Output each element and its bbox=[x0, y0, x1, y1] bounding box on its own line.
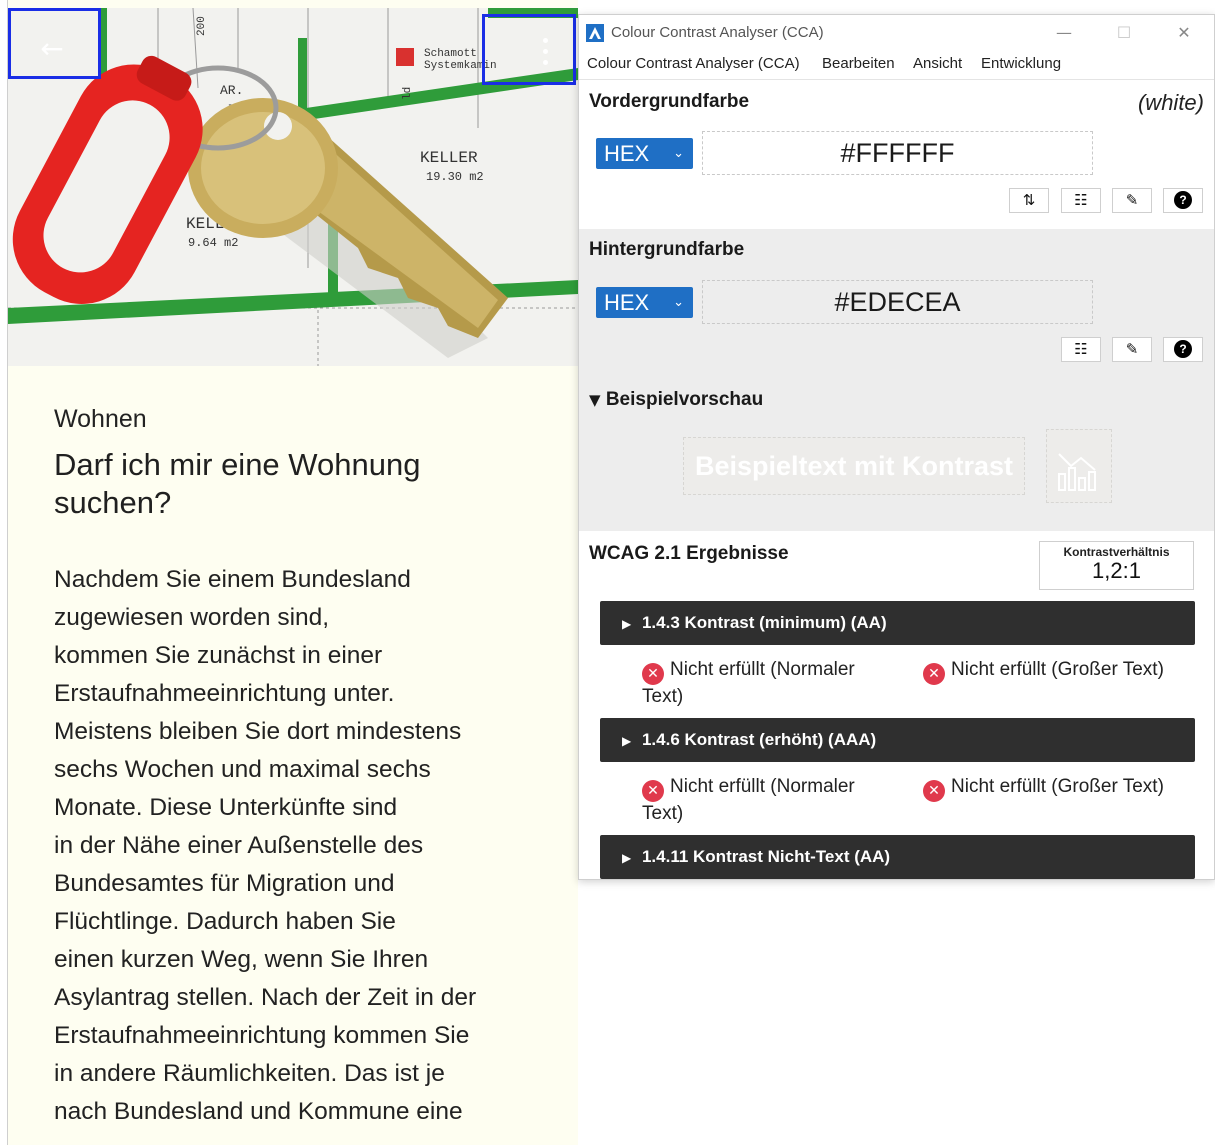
triangle-right-icon: ▶ bbox=[622, 617, 632, 631]
body-line: Erstaufnahmeeinrichtung kommen Sie bbox=[54, 1022, 470, 1049]
chart-preview-icon bbox=[1046, 429, 1112, 503]
article-body: Nachdem Sie einem Bundesland zugewiesen … bbox=[54, 561, 554, 1131]
body-line: Erstaufnahmeeinrichtung unter. bbox=[54, 680, 395, 707]
menu-ansicht[interactable]: Ansicht bbox=[913, 55, 962, 72]
foreground-section: Vordergrundfarbe (white) HEX ⌄ #FFFFFF ⇅… bbox=[579, 79, 1214, 229]
close-button[interactable]: ✕ bbox=[1169, 21, 1199, 45]
result-label: Nicht erfüllt (Normaler bbox=[670, 776, 855, 797]
background-format-select[interactable]: HEX ⌄ bbox=[596, 287, 693, 318]
body-line: sechs Wochen und maximal sechs bbox=[54, 756, 431, 783]
triangle-down-icon: ▼ bbox=[589, 391, 601, 409]
body-line: Monate. Diese Unterkünfte sind bbox=[54, 794, 398, 821]
menu-entwicklung[interactable]: Entwicklung bbox=[981, 55, 1061, 72]
criterion-label: 1.4.11 Kontrast Nicht-Text (AA) bbox=[641, 847, 891, 866]
fail-icon: ✕ bbox=[642, 780, 664, 802]
article-headline: Darf ich mir eine Wohnung suchen? bbox=[54, 446, 554, 522]
body-line: Nachdem Sie einem Bundesland bbox=[54, 566, 411, 593]
preview-title: Beispielvorschau bbox=[605, 389, 764, 410]
foreground-format-value: HEX bbox=[604, 141, 650, 166]
body-line: Meistens bleiben Sie dort mindestens bbox=[54, 718, 462, 745]
headline-line: Darf ich mir eine Wohnung bbox=[54, 447, 421, 482]
foreground-hex-input[interactable]: #FFFFFF bbox=[702, 131, 1093, 175]
body-line: Flüchtlinge. Dadurch haben Sie bbox=[54, 908, 396, 935]
fail-icon: ✕ bbox=[923, 780, 945, 802]
fail-icon: ✕ bbox=[642, 663, 664, 685]
body-line: einen kurzen Weg, wenn Sie Ihren bbox=[54, 946, 429, 973]
body-line: kommen Sie zunächst in einer bbox=[54, 642, 383, 669]
body-line: nach Bundesland und Kommune eine bbox=[54, 1098, 463, 1125]
help-icon[interactable]: ? bbox=[1163, 337, 1203, 362]
article-content: Wohnen Darf ich mir eine Wohnung suchen?… bbox=[54, 404, 554, 1131]
highlight-menu-button bbox=[482, 14, 576, 85]
foreground-color-name: (white) bbox=[1137, 90, 1204, 115]
title-bar[interactable]: Colour Contrast Analyser (CCA) — ☐ ✕ bbox=[579, 15, 1214, 49]
menu-bar: Colour Contrast Analyser (CCA) Bearbeite… bbox=[579, 49, 1214, 79]
body-line: zugewiesen worden sind, bbox=[54, 604, 330, 631]
criterion-1-4-6[interactable]: ▶ 1.4.6 Kontrast (erhöht) (AAA) bbox=[600, 718, 1195, 762]
result-normal-text: ✕ Nicht erfüllt (Normaler Text) bbox=[642, 658, 855, 709]
result-label: Nicht erfüllt (Großer Text) bbox=[951, 659, 1164, 680]
minimize-button[interactable]: — bbox=[1049, 21, 1079, 45]
contrast-ratio-label: Kontrastverhältnis bbox=[1063, 545, 1170, 559]
plan-label-kell-area: 9.64 m2 bbox=[188, 236, 238, 250]
menu-app[interactable]: Colour Contrast Analyser (CCA) bbox=[587, 55, 800, 72]
preview-toggle[interactable]: ▼ Beispielvorschau bbox=[589, 389, 763, 411]
body-line: in andere Räumlichkeiten. Das ist je bbox=[54, 1060, 445, 1087]
result-label: Nicht erfüllt (Normaler bbox=[670, 659, 855, 680]
plan-label-keller-area: 19.30 m2 bbox=[426, 170, 484, 184]
maximize-button[interactable]: ☐ bbox=[1109, 21, 1139, 45]
plan-label-keller: KELLER bbox=[420, 149, 478, 167]
window-title: Colour Contrast Analyser (CCA) bbox=[611, 24, 824, 41]
criterion-label: 1.4.6 Kontrast (erhöht) (AAA) bbox=[641, 730, 877, 749]
contrast-ratio-value: 1,2:1 bbox=[1092, 558, 1141, 583]
foreground-title: Vordergrundfarbe bbox=[589, 91, 750, 112]
plan-label-dim-1: 200 bbox=[196, 16, 208, 36]
result-label: Nicht erfüllt (Großer Text) bbox=[951, 776, 1164, 797]
fail-icon: ✕ bbox=[923, 663, 945, 685]
foreground-format-select[interactable]: HEX ⌄ bbox=[596, 138, 693, 169]
chevron-down-icon: ⌄ bbox=[673, 146, 684, 161]
criterion-1-4-11[interactable]: ▶ 1.4.11 Kontrast Nicht-Text (AA) bbox=[600, 835, 1195, 879]
background-format-value: HEX bbox=[604, 290, 650, 315]
body-line: Asylantrag stellen. Nach der Zeit in der bbox=[54, 984, 477, 1011]
swap-colors-icon[interactable]: ⇅ bbox=[1009, 188, 1049, 213]
sliders-icon[interactable]: ☷ bbox=[1061, 337, 1101, 362]
contrast-ratio-box: Kontrastverhältnis 1,2:1 bbox=[1039, 541, 1194, 590]
eyedropper-icon[interactable]: ✎ bbox=[1112, 337, 1152, 362]
menu-bearbeiten[interactable]: Bearbeiten bbox=[822, 55, 895, 72]
body-line: in der Nähe einer Außenstelle des bbox=[54, 832, 424, 859]
plan-label-dim-2: ld bbox=[402, 87, 414, 100]
triangle-right-icon: ▶ bbox=[622, 851, 632, 865]
wcag-results-title: WCAG 2.1 Ergebnisse bbox=[589, 543, 789, 564]
result-normal-text: ✕ Nicht erfüllt (Normaler Text) bbox=[642, 775, 855, 826]
cca-window: Colour Contrast Analyser (CCA) — ☐ ✕ Col… bbox=[578, 14, 1215, 880]
help-icon[interactable]: ? bbox=[1163, 188, 1203, 213]
criterion-label: 1.4.3 Kontrast (minimum) (AA) bbox=[641, 613, 887, 632]
triangle-right-icon: ▶ bbox=[622, 734, 632, 748]
result-large-text: ✕ Nicht erfüllt (Großer Text) bbox=[923, 658, 1164, 685]
headline-line: suchen? bbox=[54, 485, 172, 520]
result-label-cont: Text) bbox=[642, 686, 684, 707]
sliders-icon[interactable]: ☷ bbox=[1061, 188, 1101, 213]
screen-edge bbox=[0, 0, 8, 1145]
chevron-down-icon: ⌄ bbox=[673, 295, 684, 310]
cca-app-icon bbox=[586, 24, 604, 42]
highlight-back-button bbox=[8, 8, 101, 79]
body-line: Bundesamtes für Migration und bbox=[54, 870, 395, 897]
preview-sample-text: Beispieltext mit Kontrast bbox=[683, 437, 1025, 495]
eyedropper-icon[interactable]: ✎ bbox=[1112, 188, 1152, 213]
background-title: Hintergrundfarbe bbox=[589, 239, 745, 260]
background-hex-input[interactable]: #EDECEA bbox=[702, 280, 1093, 324]
result-label-cont: Text) bbox=[642, 803, 684, 824]
article-screen: KELLER 19.30 m2 KELL 9.64 m2 Schamott Sy… bbox=[0, 0, 578, 1145]
article-category: Wohnen bbox=[54, 405, 147, 433]
result-large-text: ✕ Nicht erfüllt (Großer Text) bbox=[923, 775, 1164, 802]
plan-label-ar: AR. bbox=[220, 83, 243, 98]
plan-label-schamott: Schamott bbox=[424, 48, 477, 60]
criterion-1-4-3[interactable]: ▶ 1.4.3 Kontrast (minimum) (AA) bbox=[600, 601, 1195, 645]
